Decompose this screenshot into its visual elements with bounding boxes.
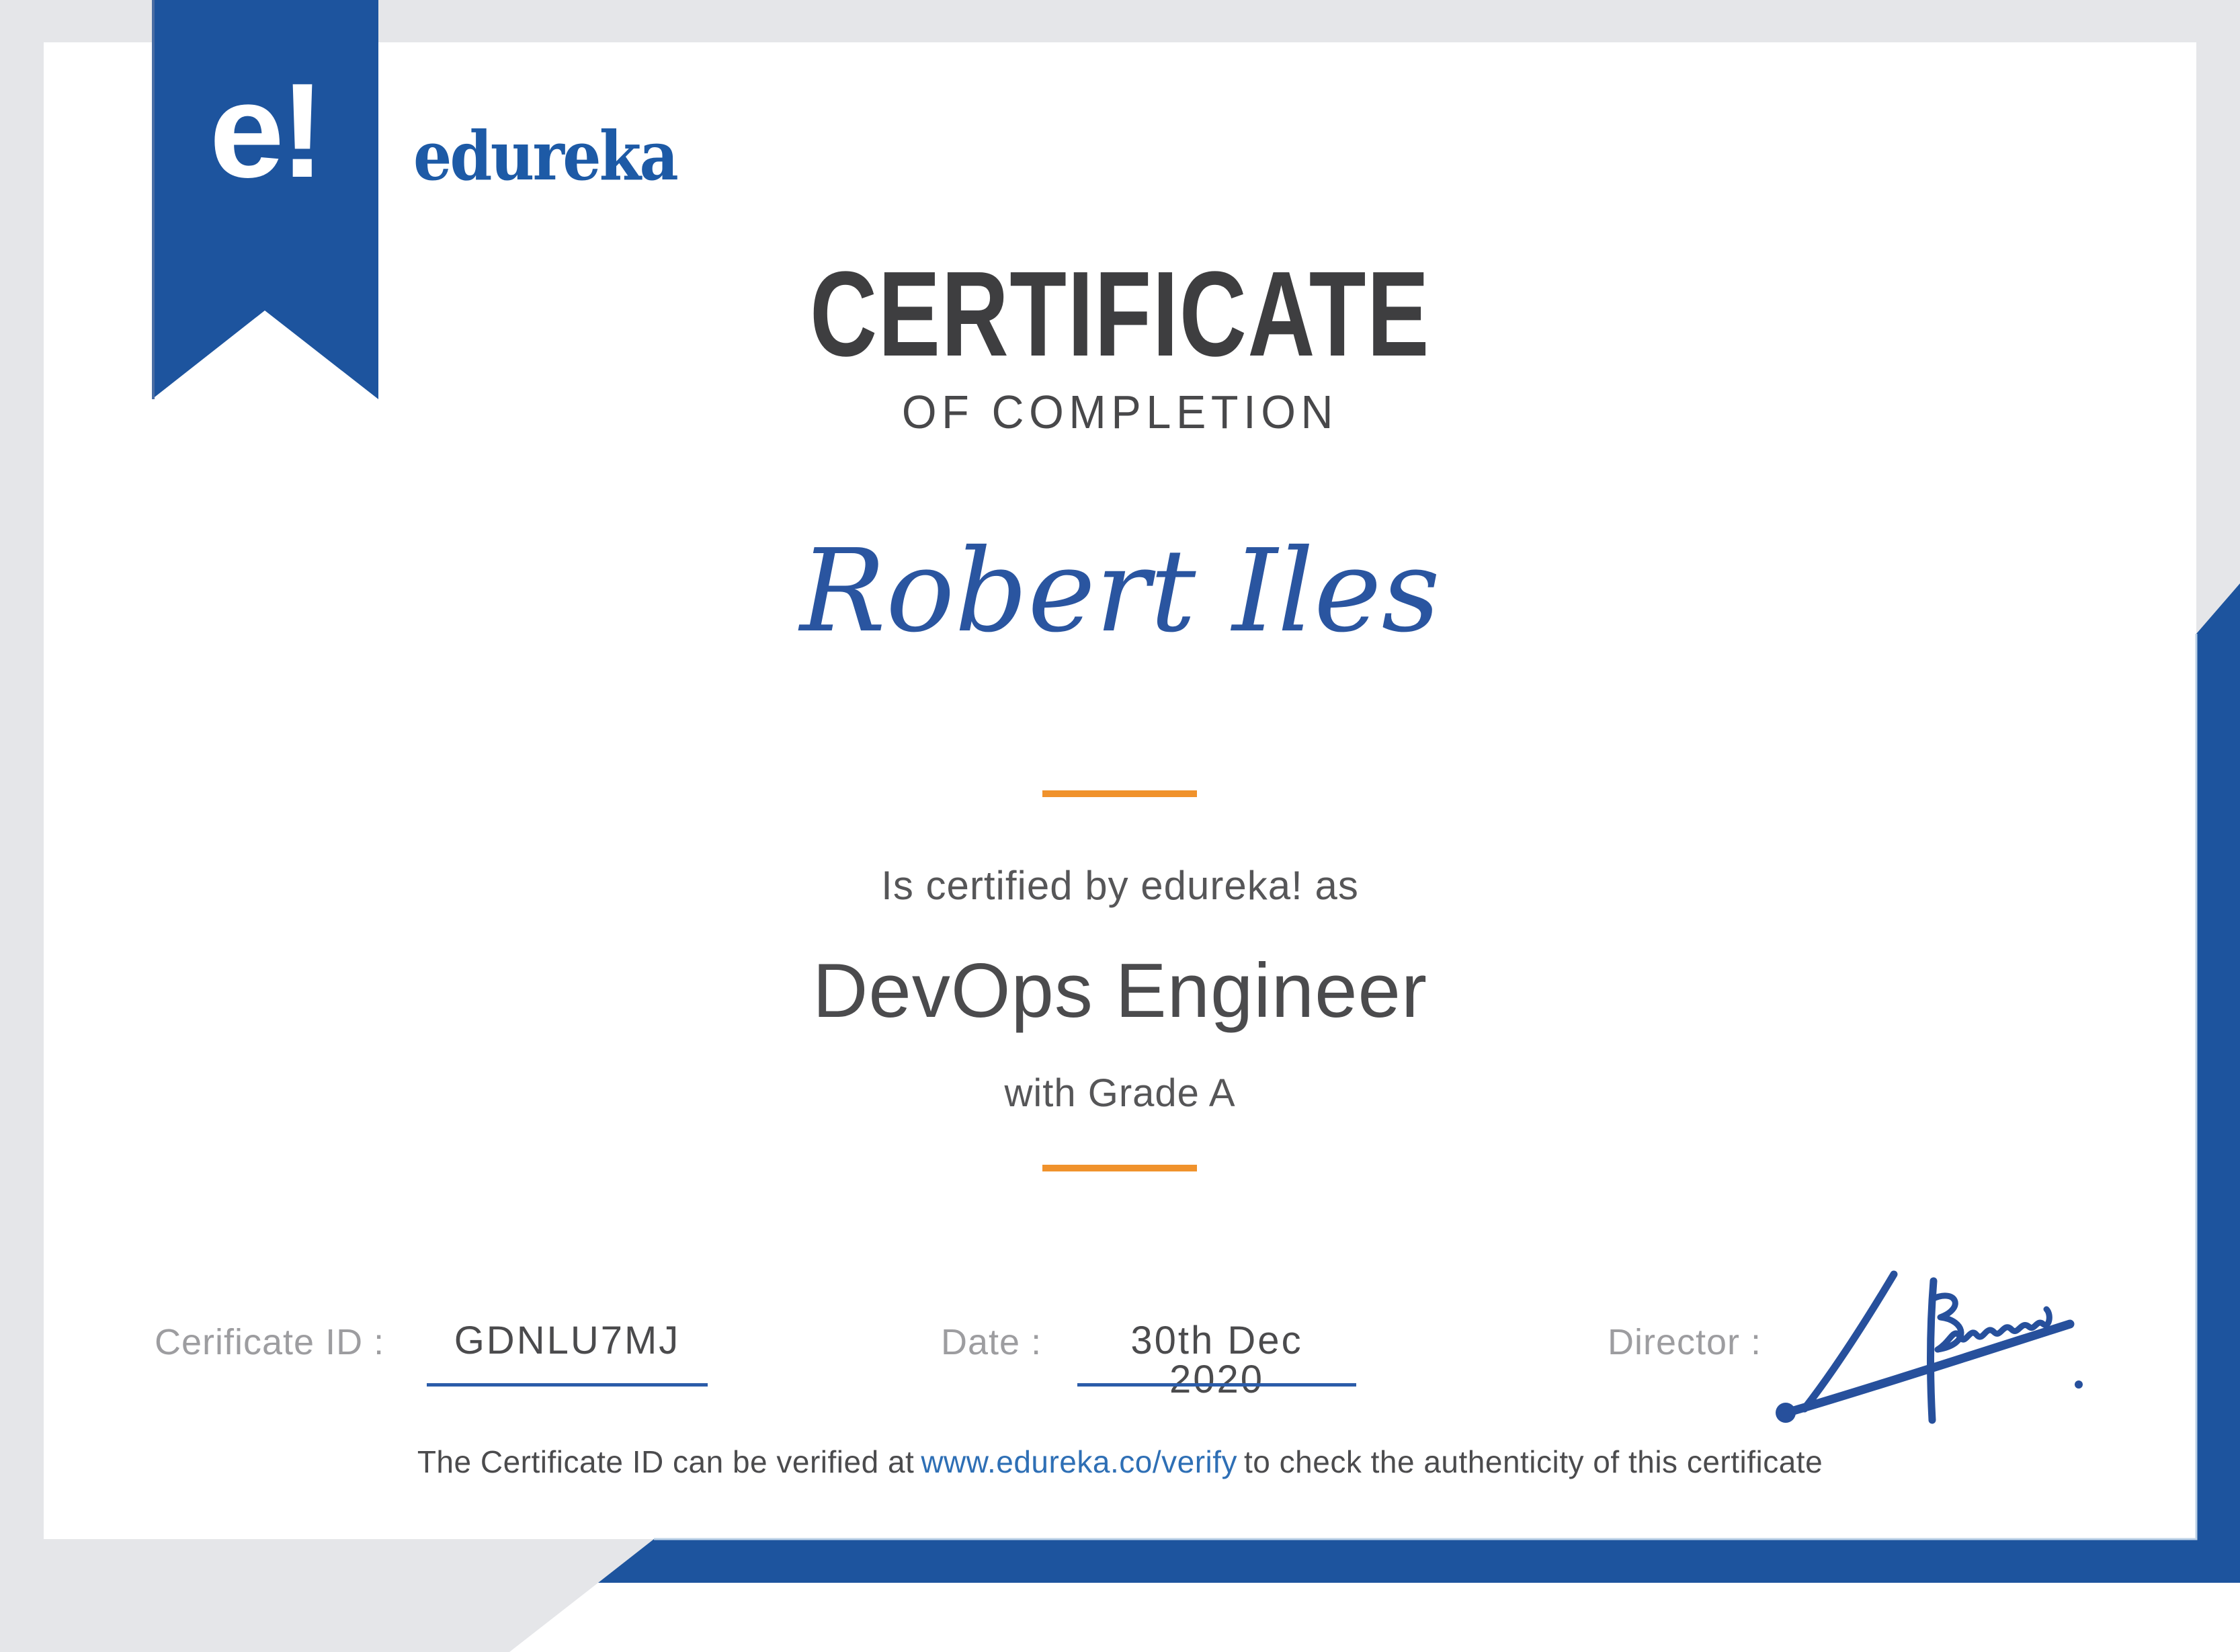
certificate-id-value: GDNLU7MJ [454, 1319, 681, 1362]
verification-line: The Certificate ID can be verified at www… [0, 1446, 2240, 1477]
recipient-name: Robert Iles [800, 525, 1440, 658]
verify-link[interactable]: www.edureka.co/verify [921, 1444, 1237, 1479]
certificate-subtitle: OF COMPLETION [901, 386, 1339, 438]
brand-wordmark: edureka [413, 116, 679, 196]
date-label: Date : [941, 1322, 1042, 1362]
certificate-id-label: Cerificate ID : [155, 1322, 385, 1362]
brand-logo: e! [209, 56, 325, 206]
certificate-id-underline [427, 1383, 708, 1387]
certificate-title: CERTIFICATE [810, 247, 1430, 382]
certificate-canvas: e! edureka CERTIFICATE OF COMPLETION Rob… [0, 0, 2240, 1652]
date-underline [1077, 1383, 1356, 1387]
verification-text-before: The Certificate ID can be verified at [417, 1444, 915, 1479]
director-label: Director : [1608, 1322, 1762, 1362]
orange-divider-bottom [1042, 1165, 1197, 1171]
course-title: DevOps Engineer [813, 948, 1427, 1034]
date-value: 30th Dec 2020 [1130, 1319, 1303, 1401]
verification-text-after: to check the authenticity of this certif… [1244, 1444, 1823, 1479]
orange-divider-top [1042, 790, 1197, 797]
bottom-white-strip [509, 1583, 2240, 1652]
grade-line: with Grade A [1004, 1071, 1236, 1115]
certified-by-line: Is certified by edureka! as [881, 863, 1359, 908]
director-signature [1776, 1270, 2083, 1424]
